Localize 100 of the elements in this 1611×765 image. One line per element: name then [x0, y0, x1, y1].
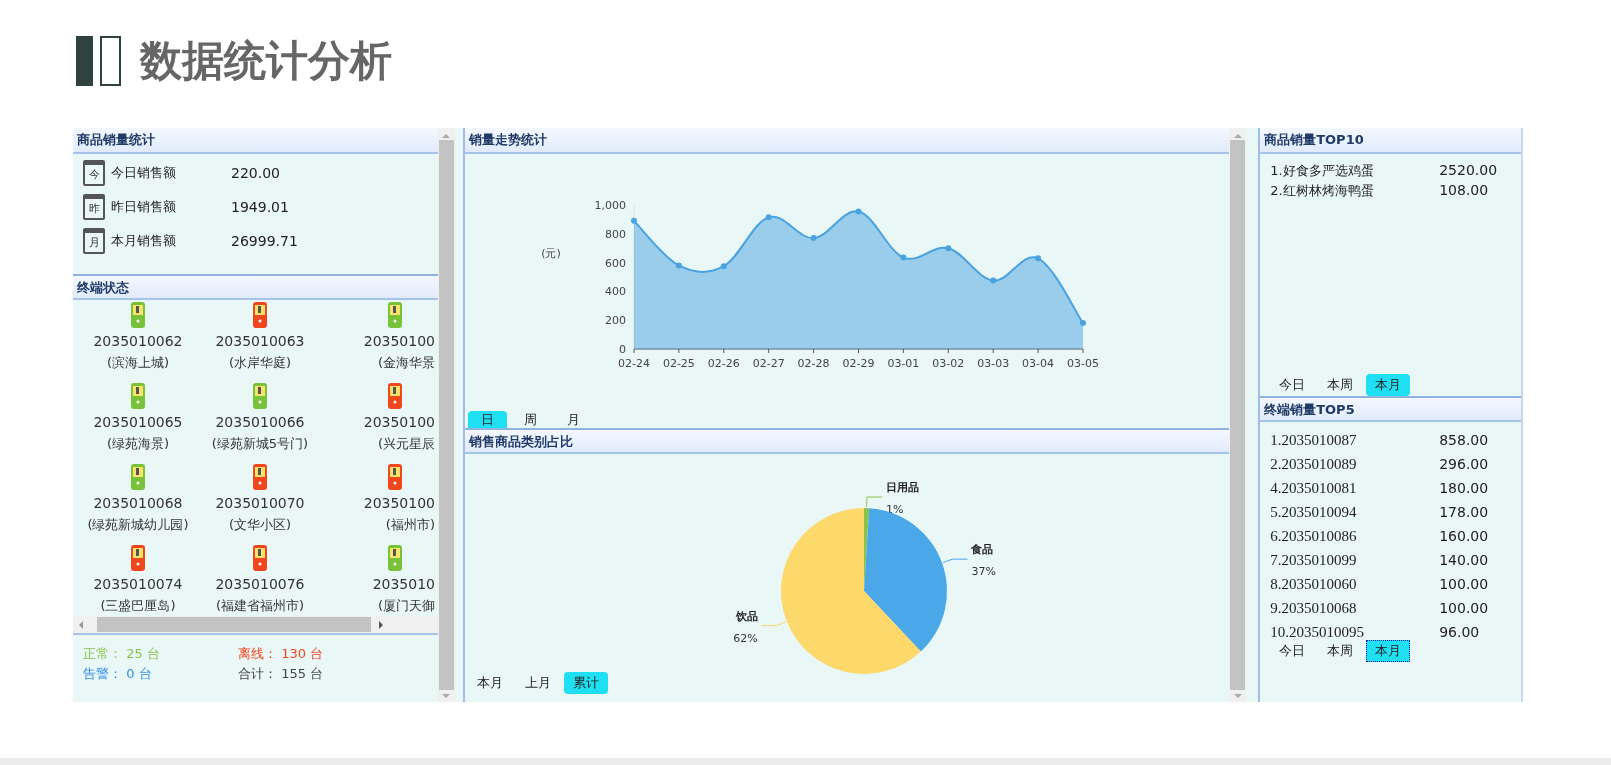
kiosk-icon[interactable]	[387, 302, 403, 328]
sales-value: 96.00	[1439, 624, 1480, 640]
slice-label: 饮品	[735, 609, 758, 623]
sales-value: 2520.00	[1439, 162, 1498, 180]
tick-label: 03-02	[932, 357, 964, 370]
tick-label: 02-28	[797, 357, 830, 370]
kiosk-icon[interactable]	[130, 383, 146, 409]
terminal-id: 5.2035010094	[1270, 503, 1358, 521]
terminal-id: 20350100	[363, 413, 436, 432]
terminal-name: (福州市)	[385, 516, 436, 534]
kiosk-icon[interactable]	[387, 383, 403, 409]
tick-label: 02-26	[707, 357, 740, 370]
sales-value: 296.00	[1439, 456, 1489, 472]
tick-label: 02-27	[752, 357, 785, 370]
period-tab[interactable]: 本周	[1318, 640, 1363, 662]
sales-value: 858.00	[1439, 432, 1489, 448]
period-tab[interactable]: 累计	[563, 672, 608, 694]
period-tab[interactable]: 今日	[1270, 640, 1315, 662]
title-bar-icon	[76, 36, 122, 86]
vertical-scrollbar[interactable]	[437, 128, 455, 702]
sales-value: 26999.71	[231, 233, 298, 249]
period-tab[interactable]: 周	[510, 411, 550, 428]
calendar-icon: 今	[83, 160, 105, 186]
tick-label: 02-29	[842, 357, 875, 370]
terminal-id: 9.2035010068	[1270, 599, 1358, 617]
tick-label: 03-01	[887, 357, 920, 370]
terminal-name: (滨海上城)	[106, 354, 170, 372]
panel-title: 终端状态	[73, 274, 438, 300]
kiosk-icon[interactable]	[252, 302, 268, 328]
period-tab[interactable]: 月	[553, 411, 593, 428]
data-point	[810, 235, 817, 242]
panel-title: 终端销量TOP5	[1260, 396, 1521, 422]
terminal-id: 2035010062	[93, 332, 183, 351]
kiosk-icon[interactable]	[130, 545, 146, 571]
sales-label: 昨日销售额	[111, 198, 177, 216]
data-point	[945, 245, 952, 252]
period-tab[interactable]: 今日	[1270, 374, 1315, 396]
kiosk-icon[interactable]	[252, 383, 268, 409]
kiosk-icon[interactable]	[252, 464, 268, 490]
terminal-id: 1.2035010087	[1270, 431, 1358, 449]
tick-label: 03-04	[1021, 357, 1054, 370]
terminal-name: (绿苑新城幼儿园)	[87, 516, 189, 534]
status-count: 告警： 0 台	[83, 665, 153, 683]
data-point	[630, 217, 637, 224]
kiosk-icon[interactable]	[387, 464, 403, 490]
kiosk-icon[interactable]	[252, 545, 268, 571]
panel-title: 销售商品类别占比	[464, 428, 1230, 454]
period-tab[interactable]: 本月	[1366, 640, 1411, 662]
sales-label: 本月销售额	[111, 232, 177, 250]
terminal-id: 2035010074	[93, 575, 183, 594]
terminal-name: (三盛巴厘岛)	[100, 597, 176, 615]
sales-value: 178.00	[1439, 504, 1489, 520]
kiosk-icon[interactable]	[387, 545, 403, 571]
data-point	[989, 277, 996, 284]
product-name: 2.红树林烤海鸭蛋	[1270, 182, 1375, 200]
terminal-id: 6.2035010086	[1270, 527, 1358, 545]
period-tab[interactable]: 上月	[515, 672, 560, 694]
panel-title: 销量走势统计	[464, 128, 1230, 154]
sales-value: 100.00	[1439, 576, 1489, 592]
tick-label: 1,000	[594, 199, 626, 212]
data-point	[765, 214, 772, 221]
tick-label: 200	[604, 314, 626, 328]
terminal-id: 20350100	[363, 494, 436, 513]
leader-line	[760, 621, 787, 627]
sales-value: 108.00	[1439, 182, 1489, 200]
period-tab[interactable]: 本月	[1366, 374, 1411, 396]
terminal-name: (绿苑新城5号门)	[211, 435, 309, 453]
terminal-id: 4.2035010081	[1270, 479, 1358, 497]
slice-percent: 62%	[732, 631, 758, 645]
sales-label: 今日销售额	[111, 164, 177, 182]
terminal-id: 2035010065	[93, 413, 183, 432]
tick-label: 03-03	[976, 357, 1009, 370]
data-point	[720, 263, 727, 270]
kiosk-icon[interactable]	[130, 464, 146, 490]
tick-label: 03-05	[1066, 357, 1099, 370]
slice-label: 食品	[971, 543, 994, 557]
terminal-name: (绿苑海景)	[106, 435, 170, 453]
terminal-id: 2035010066	[215, 413, 305, 432]
vertical-scrollbar[interactable]	[1229, 128, 1247, 702]
horizontal-scrollbar[interactable]	[73, 616, 438, 635]
terminal-name: (金海华景	[377, 354, 436, 372]
data-point	[1034, 255, 1041, 262]
period-tab[interactable]: 日	[467, 411, 507, 428]
sales-value: 100.00	[1439, 600, 1489, 616]
terminal-id: 2035010076	[215, 575, 305, 594]
kiosk-icon[interactable]	[130, 302, 146, 328]
terminal-name: (水岸华庭)	[228, 354, 292, 372]
tick-label: 02-25	[662, 357, 695, 370]
slice-label: 日用品	[885, 481, 919, 495]
status-count: 合计： 155 台	[238, 665, 325, 683]
slice-percent: 37%	[971, 565, 996, 579]
period-tab[interactable]: 本月	[467, 672, 512, 694]
terminal-id: 2035010068	[93, 494, 183, 513]
data-point	[1079, 320, 1086, 327]
period-tab[interactable]: 本周	[1318, 374, 1363, 396]
terminal-name: (福建省福州市)	[215, 597, 305, 615]
leader-line	[865, 496, 883, 508]
terminal-name: (文华小区)	[228, 516, 292, 534]
terminal-id: 2035010	[372, 575, 436, 594]
data-point	[900, 254, 907, 261]
